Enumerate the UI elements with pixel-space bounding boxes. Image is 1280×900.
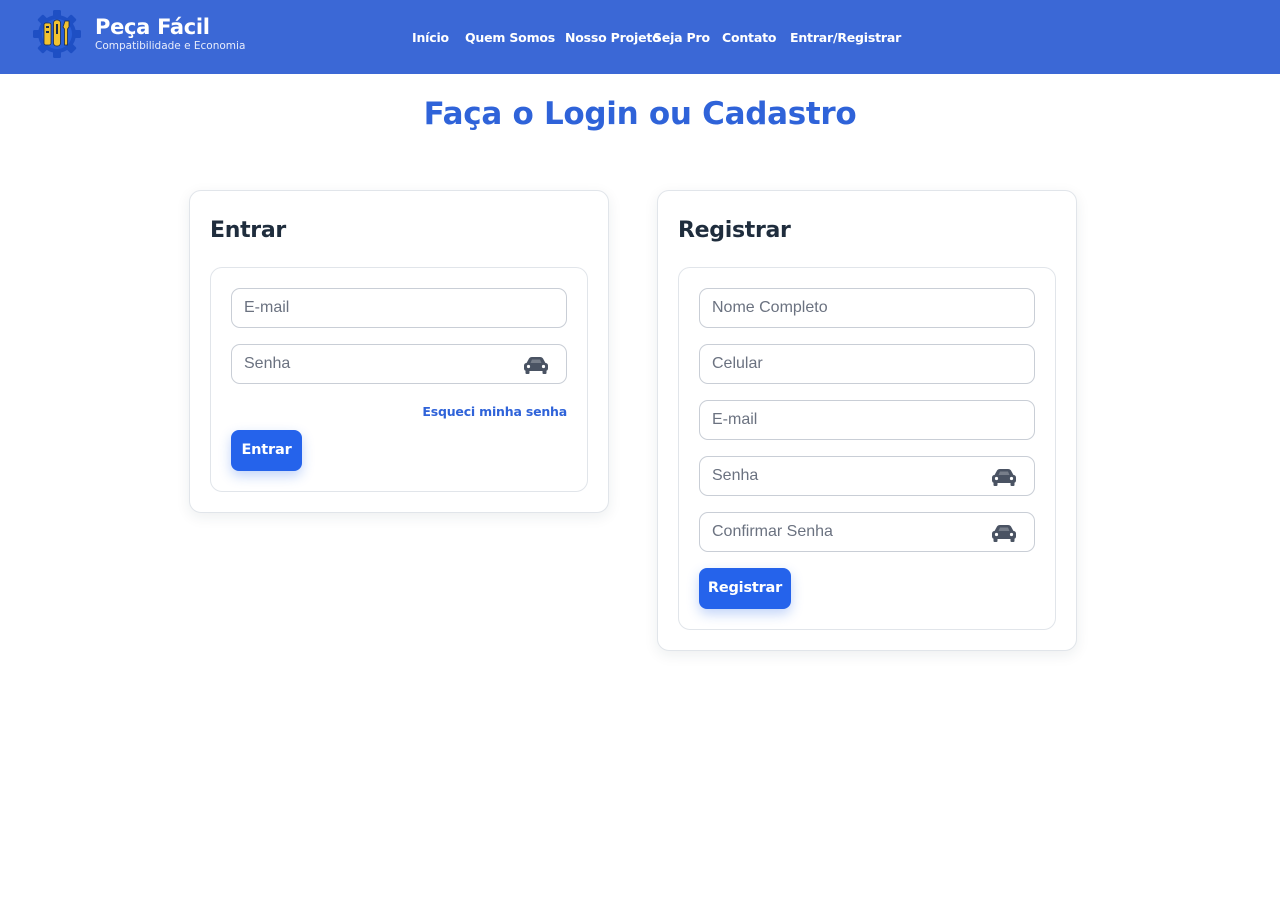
car-icon[interactable] <box>522 355 550 375</box>
nav-link-quem-somos[interactable]: Quem Somos <box>465 28 555 48</box>
nav-link-contato[interactable]: Contato <box>722 28 776 48</box>
car-icon[interactable] <box>990 523 1018 543</box>
register-password-field[interactable] <box>699 456 1035 496</box>
register-card: Registrar Nome Completo Celular E-mail R… <box>657 190 1077 651</box>
page-title: Faça o Login ou Cadastro <box>423 96 857 132</box>
register-name-field[interactable] <box>699 288 1035 328</box>
nav-link-entrar-registrar[interactable]: Entrar/Registrar <box>790 28 901 48</box>
register-submit-button[interactable]: Registrar <box>699 568 791 609</box>
register-confirm-password-input[interactable] <box>700 513 1034 551</box>
register-phone-field[interactable] <box>699 344 1035 384</box>
register-confirm-password-field[interactable] <box>699 512 1035 552</box>
login-card: Entrar Esqueci minha senha Entrar <box>189 190 609 513</box>
login-submit-button[interactable]: Entrar <box>231 430 302 471</box>
register-password-input[interactable] <box>700 457 1034 495</box>
nav-link-nosso-projeto[interactable]: Nosso Projeto <box>565 28 661 48</box>
login-password-field[interactable] <box>231 344 567 384</box>
login-email-input[interactable] <box>232 289 566 327</box>
header-navbar: Peça Fácil Compatibilidade e Economia In… <box>0 0 1280 74</box>
register-form: Registrar <box>678 267 1056 630</box>
register-title: Registrar <box>678 218 791 243</box>
register-phone-input[interactable] <box>700 345 1034 383</box>
nav-link-inicio[interactable]: Início <box>412 28 449 48</box>
main-nav: Início Quem Somos Nosso Projeto Seja Pro… <box>0 28 1280 48</box>
login-email-field[interactable] <box>231 288 567 328</box>
register-email-input[interactable] <box>700 401 1034 439</box>
car-icon[interactable] <box>990 467 1018 487</box>
register-name-input[interactable] <box>700 289 1034 327</box>
login-form: Esqueci minha senha Entrar <box>210 267 588 492</box>
login-title: Entrar <box>210 218 286 243</box>
login-password-input[interactable] <box>232 345 566 383</box>
register-email-field[interactable] <box>699 400 1035 440</box>
nav-link-seja-pro[interactable]: Seja Pro <box>653 28 710 48</box>
forgot-password-link[interactable]: Esqueci minha senha <box>422 404 567 420</box>
